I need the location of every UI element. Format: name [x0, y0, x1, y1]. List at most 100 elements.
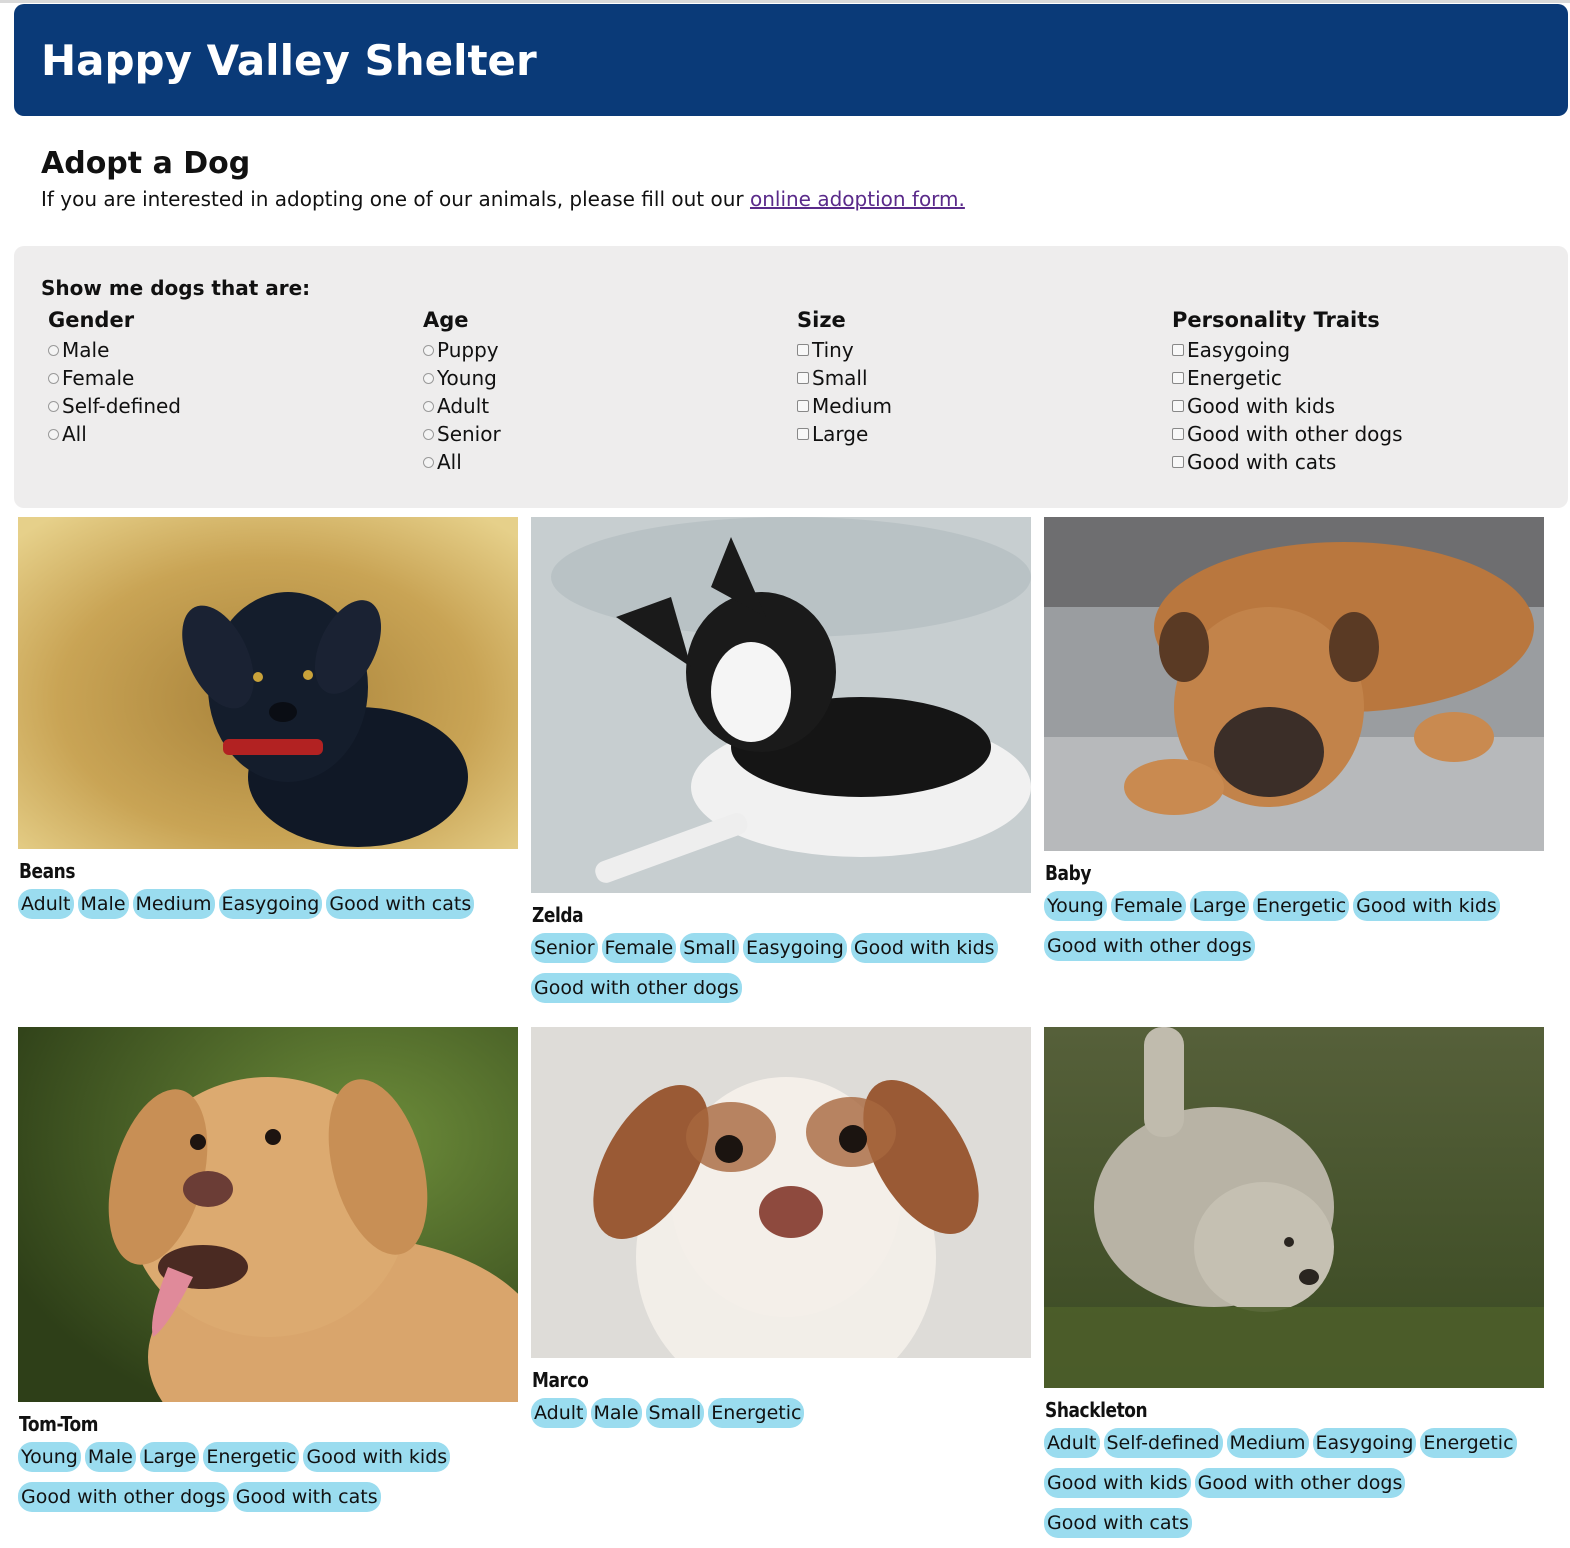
age-option-adult[interactable]: Adult — [423, 392, 501, 420]
age-filter-title: Age — [423, 308, 469, 332]
trait-option-good-with-other-dogs[interactable]: Good with other dogs — [1172, 420, 1403, 448]
tag: Good with cats — [232, 1482, 381, 1512]
filter-panel: Show me dogs that are: Gender Male Femal… — [14, 246, 1568, 508]
dog-name: Tom-Tom — [19, 1412, 99, 1436]
tag: Large — [1189, 891, 1250, 921]
checkbox[interactable] — [797, 428, 809, 440]
tag: Easygoing — [218, 889, 323, 919]
tag: Medium — [1226, 1428, 1309, 1458]
radio-button[interactable] — [423, 400, 434, 412]
option-label: Self-defined — [62, 394, 181, 418]
dog-name: Shackleton — [1045, 1398, 1148, 1422]
tag: Young — [18, 1442, 81, 1472]
dog-photo — [18, 1027, 518, 1402]
gender-option-female[interactable]: Female — [48, 364, 181, 392]
site-header: Happy Valley Shelter — [14, 4, 1568, 116]
tag: Good with other dogs — [1044, 931, 1255, 961]
dog-tags: Senior Female Small Easygoing Good with … — [531, 933, 1031, 1013]
checkbox[interactable] — [1172, 400, 1184, 412]
dog-photo-image — [1044, 1027, 1544, 1388]
dog-photo — [531, 1027, 1031, 1358]
radio-button[interactable] — [48, 400, 59, 412]
trait-option-good-with-cats[interactable]: Good with cats — [1172, 448, 1403, 476]
radio-button[interactable] — [48, 428, 59, 440]
page-title: Adopt a Dog — [41, 146, 251, 181]
tag: Adult — [18, 889, 74, 919]
radio-button[interactable] — [48, 344, 59, 356]
trait-option-energetic[interactable]: Energetic — [1172, 364, 1403, 392]
tag: Self-defined — [1103, 1428, 1223, 1458]
dog-photo-image — [18, 1027, 518, 1402]
tag: Energetic — [1253, 891, 1350, 921]
checkbox[interactable] — [1172, 344, 1184, 356]
size-option-large[interactable]: Large — [797, 420, 892, 448]
tag: Female — [1110, 891, 1186, 921]
tag: Adult — [531, 1398, 587, 1428]
tag: Small — [680, 933, 739, 963]
intro-section: Adopt a Dog If you are interested in ado… — [41, 146, 1541, 211]
tag: Energetic — [203, 1442, 300, 1472]
dog-card-baby[interactable]: Baby Young Female Large Energetic Good w… — [1044, 517, 1544, 971]
gender-option-male[interactable]: Male — [48, 336, 181, 364]
tag: Young — [1044, 891, 1107, 921]
tag: Male — [84, 1442, 136, 1472]
size-option-medium[interactable]: Medium — [797, 392, 892, 420]
age-option-all[interactable]: All — [423, 448, 501, 476]
tag: Medium — [132, 889, 215, 919]
age-option-puppy[interactable]: Puppy — [423, 336, 501, 364]
radio-button[interactable] — [48, 372, 59, 384]
checkbox[interactable] — [1172, 456, 1184, 468]
traits-filter-title: Personality Traits — [1172, 308, 1380, 332]
tag: Good with kids — [1044, 1468, 1191, 1498]
gender-option-self-defined[interactable]: Self-defined — [48, 392, 181, 420]
option-label: Medium — [812, 394, 892, 418]
top-border — [0, 0, 1570, 3]
checkbox[interactable] — [1172, 372, 1184, 384]
option-label: Female — [62, 366, 135, 390]
dog-card-beans[interactable]: Beans Adult Male Medium Easygoing Good w… — [18, 517, 518, 929]
tag: Good with kids — [303, 1442, 451, 1472]
adoption-form-link[interactable]: online adoption form. — [750, 187, 965, 211]
dog-card-zelda[interactable]: Zelda Senior Female Small Easygoing Good… — [531, 517, 1031, 1013]
traits-filter: Personality Traits Easygoing Energetic G… — [1172, 308, 1403, 476]
radio-button[interactable] — [423, 344, 434, 356]
option-label: Good with kids — [1187, 394, 1336, 418]
age-option-young[interactable]: Young — [423, 364, 501, 392]
age-option-senior[interactable]: Senior — [423, 420, 501, 448]
option-label: Tiny — [812, 338, 854, 362]
trait-option-good-with-kids[interactable]: Good with kids — [1172, 392, 1403, 420]
dog-card-shackleton[interactable]: Shackleton Adult Self-defined Medium Eas… — [1044, 1027, 1544, 1548]
gender-filter: Gender Male Female Self-defined All — [48, 308, 181, 448]
tag: Easygoing — [743, 933, 847, 963]
checkbox[interactable] — [797, 400, 809, 412]
tag: Good with kids — [850, 933, 998, 963]
dog-tags: Adult Male Small Energetic — [531, 1398, 1031, 1438]
intro-body: If you are interested in adopting one of… — [41, 187, 750, 211]
option-label: Large — [812, 422, 869, 446]
dog-tags: Young Male Large Energetic Good with kid… — [18, 1442, 518, 1522]
option-label: Senior — [437, 422, 501, 446]
dog-photo — [18, 517, 518, 849]
gender-filter-title: Gender — [48, 308, 135, 332]
tag: Good with other dogs — [531, 973, 742, 1003]
size-option-tiny[interactable]: Tiny — [797, 336, 892, 364]
radio-button[interactable] — [423, 456, 434, 468]
tag: Energetic — [708, 1398, 805, 1428]
option-label: Male — [62, 338, 110, 362]
dog-photo-image — [531, 517, 1031, 893]
trait-option-easygoing[interactable]: Easygoing — [1172, 336, 1403, 364]
radio-button[interactable] — [423, 372, 434, 384]
checkbox[interactable] — [797, 344, 809, 356]
radio-button[interactable] — [423, 428, 434, 440]
tag: Good with kids — [1353, 891, 1500, 921]
age-filter: Age Puppy Young Adult Senior All — [423, 308, 501, 476]
dog-card-marco[interactable]: Marco Adult Male Small Energetic — [531, 1027, 1031, 1438]
checkbox[interactable] — [1172, 428, 1184, 440]
checkbox[interactable] — [797, 372, 809, 384]
site-title: Happy Valley Shelter — [41, 35, 537, 85]
dog-card-tom-tom[interactable]: Tom-Tom Young Male Large Energetic Good … — [18, 1027, 518, 1522]
tag: Good with other dogs — [18, 1482, 229, 1512]
gender-option-all[interactable]: All — [48, 420, 181, 448]
dog-name: Baby — [1045, 861, 1091, 885]
size-option-small[interactable]: Small — [797, 364, 892, 392]
